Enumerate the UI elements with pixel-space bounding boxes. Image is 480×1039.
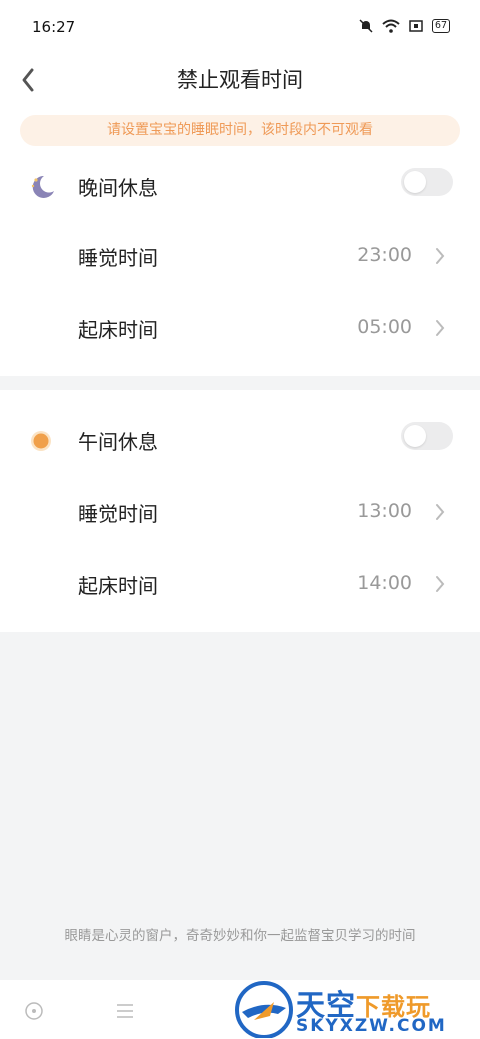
moon-icon bbox=[31, 175, 54, 198]
status-time: 16:27 bbox=[32, 18, 76, 36]
night-rest-section: 晚间休息 睡觉时间 23:00 起床时间 05:00 bbox=[0, 156, 480, 376]
nav-bar: 禁止观看时间 bbox=[0, 56, 480, 106]
chevron-right-icon bbox=[436, 576, 445, 592]
night-sleep-time-row[interactable]: 睡觉时间 23:00 bbox=[0, 226, 480, 286]
night-sleep-time-value: 23:00 bbox=[357, 244, 412, 266]
battery-indicator: 67 bbox=[431, 19, 450, 33]
night-sleep-time-label: 睡觉时间 bbox=[78, 246, 158, 270]
watermark-en: SKYXZW.COM bbox=[296, 1016, 447, 1036]
notice-banner: 请设置宝宝的睡眠时间，该时段内不可观看 bbox=[20, 115, 460, 146]
circle-home-icon[interactable] bbox=[23, 1000, 45, 1022]
screen-record-icon bbox=[409, 20, 423, 32]
night-rest-title: 晚间休息 bbox=[78, 176, 158, 200]
watermark-logo: 天空下载玩 SKYXZW.COM bbox=[232, 980, 480, 1039]
night-rest-toggle[interactable] bbox=[401, 168, 453, 196]
toggle-knob bbox=[404, 425, 426, 447]
status-icons: 67 bbox=[359, 19, 450, 33]
noon-sleep-time-label: 睡觉时间 bbox=[78, 502, 158, 526]
noon-wake-time-value: 14:00 bbox=[357, 572, 412, 594]
footer-note: 眼睛是心灵的窗户，奇奇妙妙和你一起监督宝贝学习的时间 bbox=[64, 928, 416, 944]
night-wake-time-row[interactable]: 起床时间 05:00 bbox=[0, 298, 480, 358]
night-wake-time-label: 起床时间 bbox=[78, 318, 158, 342]
chevron-right-icon bbox=[436, 248, 445, 264]
night-wake-time-value: 05:00 bbox=[357, 316, 412, 338]
wifi-icon bbox=[382, 19, 400, 33]
chevron-right-icon bbox=[436, 504, 445, 520]
chevron-right-icon bbox=[436, 320, 445, 336]
mute-bell-icon bbox=[359, 19, 373, 33]
toggle-knob bbox=[404, 171, 426, 193]
noon-sleep-time-row[interactable]: 睡觉时间 13:00 bbox=[0, 482, 480, 542]
menu-icon[interactable] bbox=[114, 1000, 136, 1022]
watermark-globe-icon bbox=[235, 981, 293, 1038]
noon-wake-time-label: 起床时间 bbox=[78, 574, 158, 598]
noon-rest-header: 午间休息 bbox=[0, 410, 480, 470]
night-rest-header: 晚间休息 bbox=[0, 156, 480, 216]
noon-rest-toggle[interactable] bbox=[401, 422, 453, 450]
status-bar: 16:27 67 bbox=[0, 0, 480, 56]
noon-rest-title: 午间休息 bbox=[78, 430, 158, 454]
page-title: 禁止观看时间 bbox=[177, 68, 303, 92]
noon-wake-time-row[interactable]: 起床时间 14:00 bbox=[0, 554, 480, 614]
sun-icon bbox=[31, 431, 51, 451]
noon-sleep-time-value: 13:00 bbox=[357, 500, 412, 522]
noon-rest-section: 午间休息 睡觉时间 13:00 起床时间 14:00 bbox=[0, 390, 480, 632]
notice-container: 请设置宝宝的睡眠时间，该时段内不可观看 bbox=[0, 106, 480, 156]
